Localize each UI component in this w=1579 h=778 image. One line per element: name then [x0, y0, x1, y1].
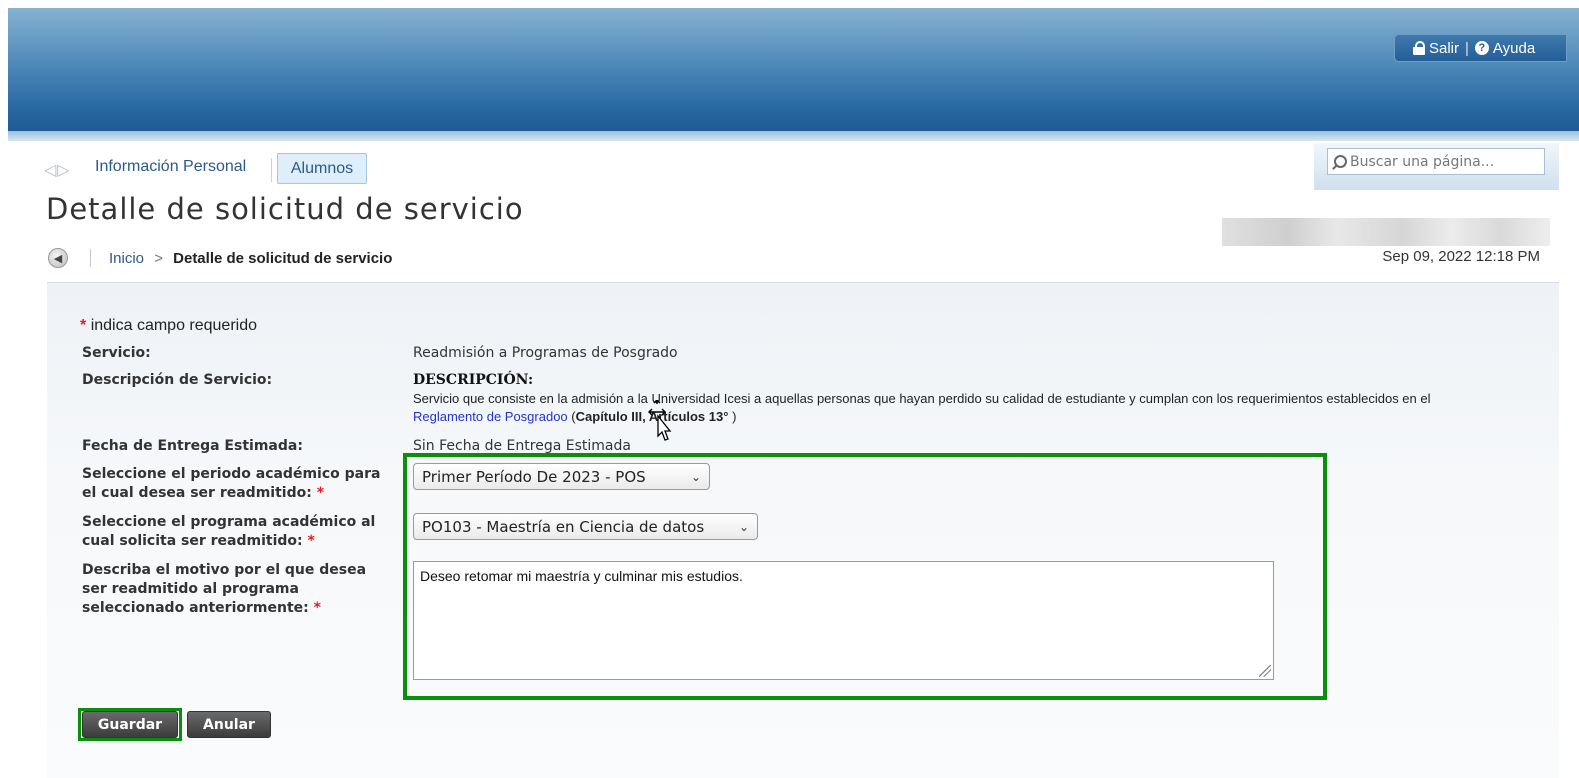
back-arrow-icon[interactable]: ◀: [48, 248, 68, 268]
header-divider: [8, 131, 1579, 141]
program-select-value: PO103 - Maestría en Ciencia de datos: [422, 517, 705, 536]
nav-divider: [271, 158, 272, 182]
delivery-label: Fecha de Entrega Estimada:: [82, 438, 303, 454]
description-heading: DESCRIPCIÓN:: [413, 372, 534, 388]
utility-separator: |: [1465, 39, 1469, 57]
logout-link[interactable]: Salir: [1429, 40, 1459, 57]
resize-grip-icon[interactable]: [1259, 665, 1271, 677]
reason-label-line2: ser readmitido al programa: [82, 581, 299, 597]
reason-label-line3: seleccionado anteriormente:: [82, 600, 309, 616]
required-star-icon: *: [80, 317, 87, 334]
required-star-icon: *: [307, 533, 315, 549]
period-label-line1: Seleccione el periodo académico para: [82, 466, 381, 482]
period-label-line2: el cual desea ser readmitido:: [82, 485, 312, 501]
regulation-link[interactable]: Reglamento de Posgradoo: [413, 409, 568, 424]
program-label-line1: Seleccione el programa académico al: [82, 514, 376, 530]
page-title: Detalle de solicitud de servicio: [46, 192, 524, 226]
reason-label-line1: Describa el motivo por el que desea: [82, 562, 367, 578]
description-text-main: Servicio que consiste en la admisión a l…: [413, 391, 1431, 406]
required-star-icon: *: [313, 600, 321, 616]
mouse-cursor-icon: [648, 400, 672, 441]
period-select[interactable]: Primer Período De 2023 - POS ⌄: [413, 463, 710, 490]
period-select-value: Primer Período De 2023 - POS: [422, 467, 646, 486]
period-label: Seleccione el periodo académico para el …: [82, 465, 380, 503]
help-link[interactable]: Ayuda: [1493, 40, 1535, 57]
header-banner: [8, 8, 1579, 131]
service-label: Servicio:: [82, 345, 151, 361]
breadcrumb-separator: >: [154, 250, 163, 267]
nav-history-arrows[interactable]: ◁▷: [44, 160, 71, 179]
program-label-line2: cual solicita ser readmitido:: [82, 533, 303, 549]
cancel-button[interactable]: Anular: [187, 711, 271, 738]
utility-menu: Salir | ? Ayuda: [1394, 34, 1567, 62]
search-input[interactable]: Buscar una página...: [1327, 148, 1545, 175]
description-text: Servicio que consiste en la admisión a l…: [413, 390, 1503, 426]
description-label: Descripción de Servicio:: [82, 372, 273, 388]
breadcrumb-divider: [90, 249, 91, 267]
save-button[interactable]: Guardar: [82, 711, 178, 738]
search-icon: [1334, 155, 1347, 168]
program-select[interactable]: PO103 - Maestría en Ciencia de datos ⌄: [413, 513, 758, 540]
tab-students[interactable]: Alumnos: [277, 153, 367, 184]
breadcrumb-current: Detalle de solicitud de servicio: [173, 250, 393, 267]
chevron-down-icon: ⌄: [690, 469, 701, 484]
tab-personal-info[interactable]: Información Personal: [95, 158, 246, 176]
required-star-icon: *: [316, 485, 325, 501]
breadcrumb: Inicio > Detalle de solicitud de servici…: [109, 250, 392, 267]
redacted-user-info: [1222, 218, 1550, 246]
search-container: Buscar una página...: [1314, 143, 1559, 190]
description-paren-close: ): [732, 409, 737, 424]
reason-textarea[interactable]: Deseo retomar mi maestría y culminar mis…: [413, 561, 1274, 680]
service-value: Readmisión a Programas de Posgrado: [413, 345, 678, 361]
reason-label: Describa el motivo por el que desea ser …: [82, 561, 366, 618]
help-icon: ?: [1474, 41, 1489, 55]
required-note: * indica campo requerido: [80, 317, 257, 335]
chevron-down-icon: ⌄: [738, 519, 749, 534]
delivery-value: Sin Fecha de Entrega Estimada: [413, 438, 631, 454]
lock-icon: [1413, 41, 1425, 55]
current-datetime: Sep 09, 2022 12:18 PM: [1382, 248, 1540, 265]
search-placeholder: Buscar una página...: [1350, 153, 1495, 170]
reason-text: Deseo retomar mi maestría y culminar mis…: [420, 568, 743, 584]
breadcrumb-home[interactable]: Inicio: [109, 250, 144, 267]
program-label: Seleccione el programa académico al cual…: [82, 513, 375, 551]
required-note-text: indica campo requerido: [90, 317, 258, 334]
